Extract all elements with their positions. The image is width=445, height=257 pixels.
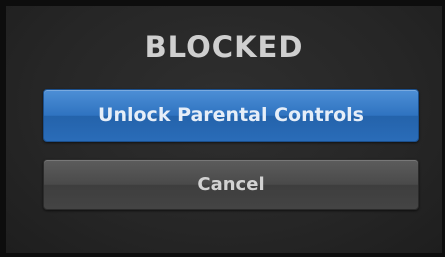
blocked-dialog: BLOCKED Unlock Parental Controls Cancel xyxy=(6,6,442,253)
cancel-button[interactable]: Cancel xyxy=(43,159,419,210)
unlock-parental-controls-button[interactable]: Unlock Parental Controls xyxy=(43,89,419,142)
dialog-title: BLOCKED xyxy=(144,30,304,64)
